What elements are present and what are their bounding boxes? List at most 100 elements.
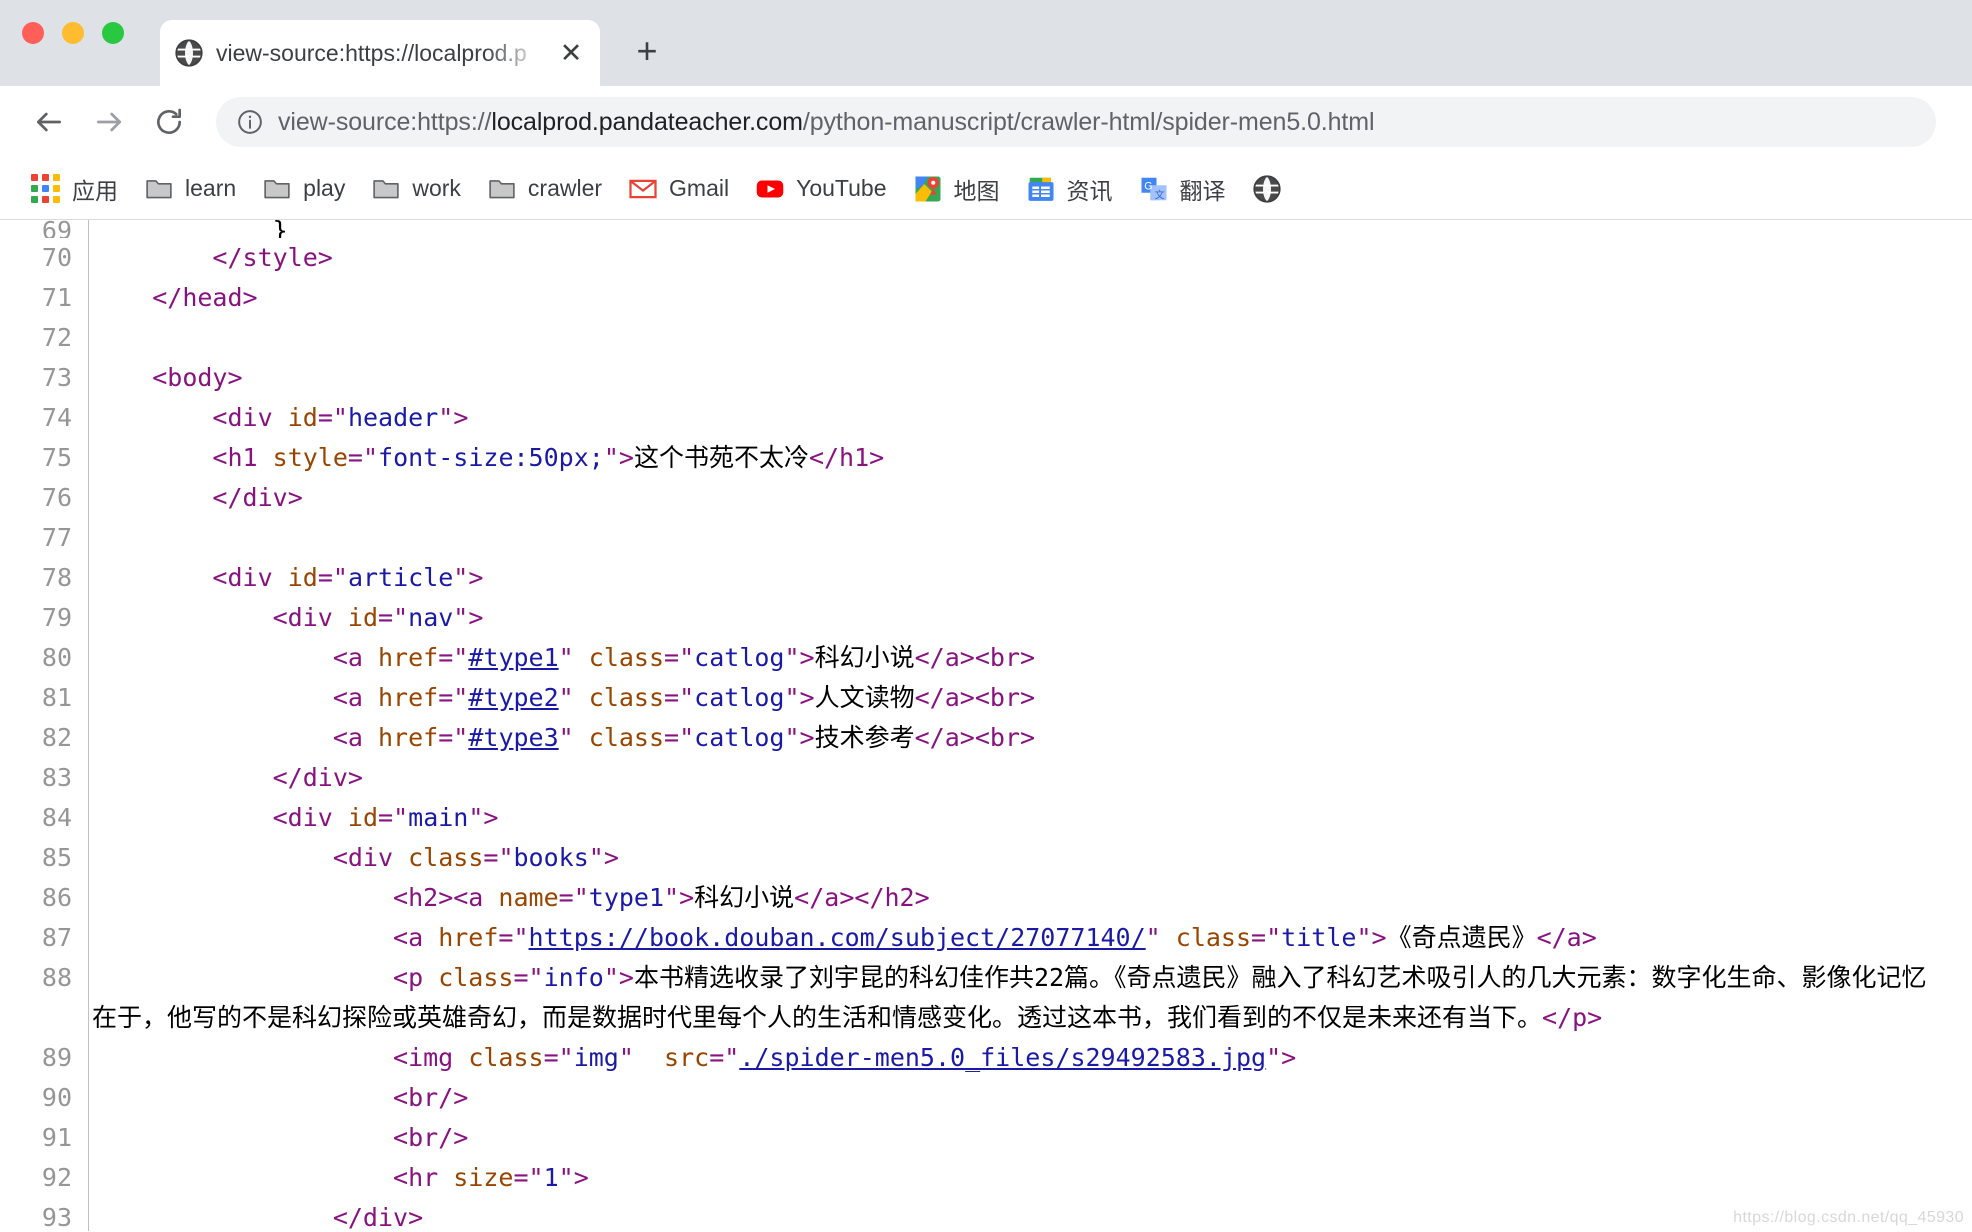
line-content: <a href="#type2" class="catlog">人文读物</a>… xyxy=(332,683,1036,712)
line-number: 82 xyxy=(41,723,72,752)
line-number: 80 xyxy=(41,643,72,672)
tab-title: view-source:https://localprod.p xyxy=(216,39,527,66)
address-bar-url: view-source:https://localprod.pandateach… xyxy=(278,107,1375,137)
line-number: 89 xyxy=(41,1043,72,1072)
bookmark-translate[interactable]: G 文 翻译 xyxy=(1126,166,1239,212)
globe-icon xyxy=(174,38,204,68)
line-content: <h2><a name="type1">科幻小说</a></h2> xyxy=(393,883,930,912)
source-code: 69 } 70 </style> 71 </head> 72 73 <body> 74 <… xyxy=(0,220,1972,1231)
line-content: </style> xyxy=(212,243,333,272)
line-number: 72 xyxy=(41,323,72,352)
code-line: 85 <div class="books"> xyxy=(0,838,1972,878)
line-number: 92 xyxy=(41,1163,72,1192)
line-number: 86 xyxy=(41,883,72,912)
code-line: 80 <a href="#type1" class="catlog">科幻小说<… xyxy=(0,638,1972,678)
back-arrow-icon[interactable] xyxy=(22,95,76,149)
close-window-button[interactable] xyxy=(22,22,44,44)
folder-icon xyxy=(144,174,174,204)
line-number: 83 xyxy=(41,763,72,792)
line-number: 84 xyxy=(41,803,72,832)
code-line: 86 <h2><a name="type1">科幻小说</a></h2> xyxy=(0,878,1972,918)
line-number: 90 xyxy=(41,1083,72,1112)
bookmark-label: 翻译 xyxy=(1179,177,1226,204)
code-line: 73 <body> xyxy=(0,358,1972,398)
line-number: 69 xyxy=(41,220,72,238)
forward-arrow-icon[interactable] xyxy=(82,95,136,149)
line-content: <a href="https://book.douban.com/subject… xyxy=(393,923,1597,952)
code-line: 78 <div id="article"> xyxy=(0,558,1972,598)
line-content: <br/> xyxy=(393,1123,469,1152)
line-number: 76 xyxy=(41,483,72,512)
line-number: 78 xyxy=(41,563,72,592)
line-number: 70 xyxy=(41,243,72,272)
line-content: <img class="img" src="./spider-men5.0_fi… xyxy=(393,1043,1297,1072)
google-news-icon xyxy=(1026,174,1056,204)
minimize-window-button[interactable] xyxy=(62,22,84,44)
line-number: 91 xyxy=(41,1123,72,1152)
line-number: 85 xyxy=(41,843,72,872)
bookmark-label: 资讯 xyxy=(1066,177,1113,204)
line-content: } xyxy=(92,220,288,238)
url-prefix: view-source:https:// xyxy=(278,107,492,136)
url-host: localprod.pandateacher.com xyxy=(491,107,803,136)
browser-toolbar: view-source:https://localprod.pandateach… xyxy=(0,86,1972,158)
bookmark-apps[interactable]: 应用 xyxy=(18,166,131,212)
line-content: <hr size="1"> xyxy=(393,1163,589,1192)
gmail-icon xyxy=(628,174,658,204)
bookmark-label: 地图 xyxy=(953,177,1000,204)
bookmark-youtube[interactable]: YouTube xyxy=(742,168,899,210)
bookmark-label: play xyxy=(303,175,346,201)
line-content: <p class="info">本书精选收录了刘宇昆的科幻佳作共22篇。《奇点遗… xyxy=(92,963,1927,1032)
code-line: 88 <p class="info">本书精选收录了刘宇昆的科幻佳作共22篇。《… xyxy=(0,958,1972,1038)
url-path: /python-manuscript/crawler-html/spider-m… xyxy=(802,107,1375,136)
code-line: 69 } xyxy=(0,220,1972,238)
code-line: 74 <div id="header"> xyxy=(0,398,1972,438)
bookmark-other[interactable] xyxy=(1239,168,1306,210)
line-number: 81 xyxy=(41,683,72,712)
bookmark-work[interactable]: work xyxy=(358,168,474,210)
code-line: 82 <a href="#type3" class="catlog">技术参考<… xyxy=(0,718,1972,758)
line-number: 88 xyxy=(41,963,72,992)
line-number: 87 xyxy=(41,923,72,952)
zoom-window-button[interactable] xyxy=(102,22,124,44)
address-bar[interactable]: view-source:https://localprod.pandateach… xyxy=(216,97,1936,147)
line-content: </div> xyxy=(332,1203,424,1231)
code-line: 76 </div> xyxy=(0,478,1972,518)
svg-text:G: G xyxy=(1144,180,1152,192)
bookmark-play[interactable]: play xyxy=(249,168,358,210)
reload-icon[interactable] xyxy=(142,95,196,149)
line-content: </head> xyxy=(152,283,258,312)
line-number: 77 xyxy=(41,523,72,552)
info-circle-icon[interactable] xyxy=(236,108,264,136)
globe-icon xyxy=(1252,174,1282,204)
code-line: 84 <div id="main"> xyxy=(0,798,1972,838)
bookmark-gmail[interactable]: Gmail xyxy=(615,168,742,210)
code-line: 72 xyxy=(0,318,1972,358)
google-translate-icon: G 文 xyxy=(1139,174,1169,204)
code-line: 89 <img class="img" src="./spider-men5.0… xyxy=(0,1038,1972,1078)
line-content: <div id="header"> xyxy=(212,403,469,432)
bookmark-crawler[interactable]: crawler xyxy=(474,168,615,210)
view-source-pane[interactable]: 69 } 70 </style> 71 </head> 72 73 <body> 74 <… xyxy=(0,220,1972,1231)
line-number: 93 xyxy=(41,1203,72,1231)
code-line: 83 </div> xyxy=(0,758,1972,798)
code-line: 71 </head> xyxy=(0,278,1972,318)
line-content: <div id="main"> xyxy=(272,803,499,832)
close-icon[interactable]: ✕ xyxy=(556,38,586,68)
watermark: https://blog.csdn.net/qq_45930 xyxy=(1733,1209,1964,1226)
bookmark-learn[interactable]: learn xyxy=(131,168,249,210)
line-number: 79 xyxy=(41,603,72,632)
youtube-icon xyxy=(755,174,785,204)
code-line: 70 </style> xyxy=(0,238,1972,278)
bookmark-news[interactable]: 资讯 xyxy=(1013,166,1126,212)
browser-tab[interactable]: view-source:https://localprod.p ✕ xyxy=(160,20,600,86)
line-number: 74 xyxy=(41,403,72,432)
svg-text:文: 文 xyxy=(1154,188,1164,201)
line-content: <body> xyxy=(152,363,243,392)
bookmark-maps[interactable]: 地图 xyxy=(900,166,1013,212)
new-tab-button[interactable]: + xyxy=(626,30,668,72)
tab-strip: view-source:https://localprod.p ✕ + xyxy=(0,0,1972,86)
line-number: 75 xyxy=(41,443,72,472)
code-line: 75 <h1 style="font-size:50px;">这个书苑不太冷</… xyxy=(0,438,1972,478)
line-content: <div id="nav"> xyxy=(272,603,484,632)
